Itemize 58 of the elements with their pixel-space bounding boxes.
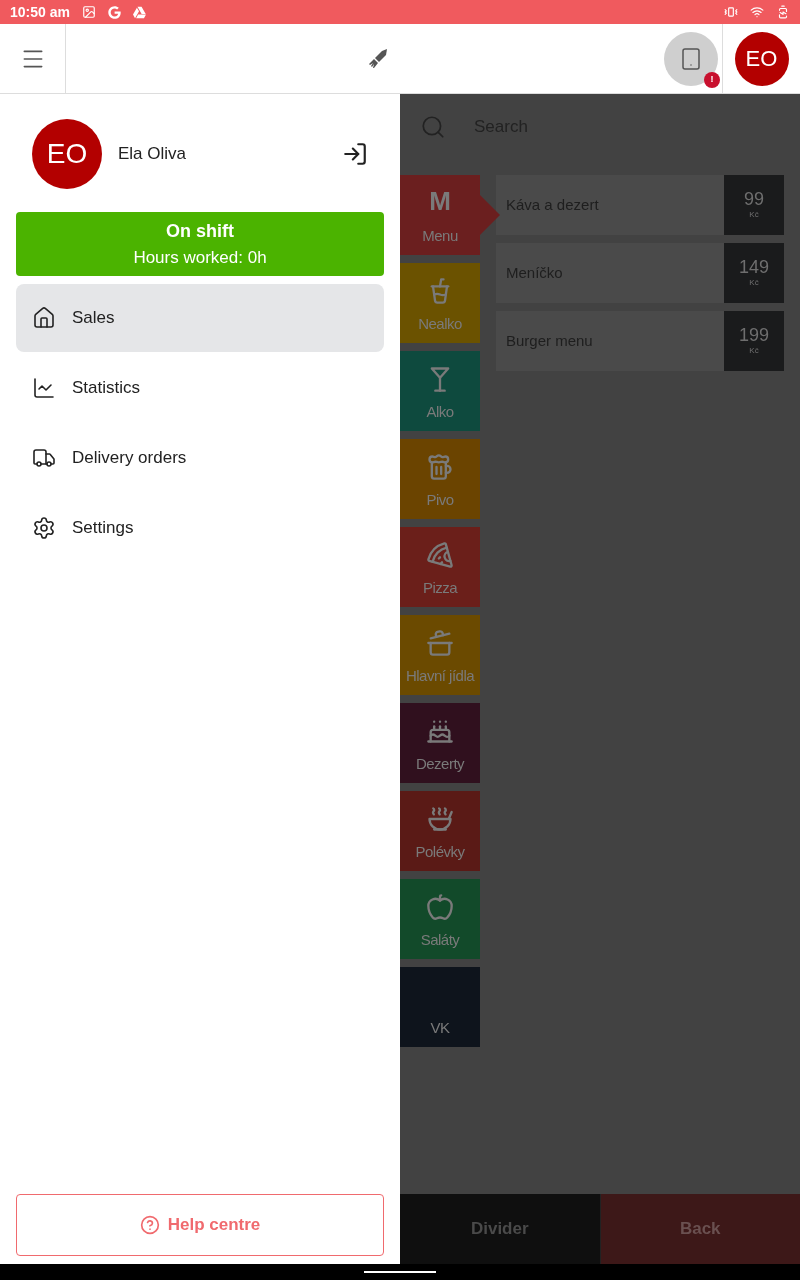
pizza-slice-icon xyxy=(426,540,454,569)
wifi-icon xyxy=(750,5,764,19)
category-label: Nealko xyxy=(418,313,462,334)
image-icon xyxy=(81,5,96,19)
category-tile[interactable]: Nealko xyxy=(400,263,480,343)
settings-icon xyxy=(32,516,56,540)
category-tile[interactable]: Alko xyxy=(400,351,480,431)
pot-icon xyxy=(426,628,454,657)
logout-icon[interactable] xyxy=(342,141,368,167)
category-label: Alko xyxy=(426,401,454,422)
currency: Kč xyxy=(749,345,759,357)
divider-button[interactable]: Divider xyxy=(400,1194,600,1264)
tablet-icon xyxy=(679,46,703,71)
help-centre-button[interactable]: Help centre xyxy=(16,1194,384,1256)
back-button[interactable]: Back xyxy=(599,1194,800,1264)
price: 99 xyxy=(744,189,764,209)
shift-status[interactable]: On shift Hours worked: 0h xyxy=(16,212,384,276)
category-label: Dezerty xyxy=(415,753,465,774)
currency: Kč xyxy=(749,209,759,221)
category-tile[interactable]: Hlavní jídla xyxy=(400,615,480,695)
category-tile[interactable]: Dezerty xyxy=(400,703,480,783)
price: 199 xyxy=(738,325,769,345)
beer-mug-icon xyxy=(426,452,454,481)
currency: Kč xyxy=(749,277,759,289)
apple-icon xyxy=(426,892,454,921)
category-letter: M xyxy=(429,184,451,218)
battery-icon xyxy=(776,5,790,19)
user-name: Ela Oliva xyxy=(118,143,188,166)
truck-icon xyxy=(32,446,56,470)
vibrate-icon xyxy=(724,5,738,19)
home-icon xyxy=(32,306,56,330)
drawer-item[interactable]: Sales xyxy=(16,284,384,352)
line-chart-icon xyxy=(32,376,56,400)
hours-worked: Hours worked: 0h xyxy=(133,246,267,269)
search-icon xyxy=(420,114,446,140)
clock: 10:50 am xyxy=(10,2,70,22)
category-label: Hlavní jídla xyxy=(405,665,475,686)
category-label: VK xyxy=(430,1017,450,1038)
category-label: Menu xyxy=(422,225,458,246)
category-label: Polévky xyxy=(415,841,465,862)
user-avatar[interactable]: EO xyxy=(734,31,789,86)
category-label: Pizza xyxy=(422,577,458,598)
help-icon xyxy=(139,1215,160,1235)
google-icon xyxy=(107,5,121,19)
soup-bowl-icon xyxy=(426,804,454,833)
category-tile[interactable]: Saláty xyxy=(400,879,480,959)
price: 149 xyxy=(738,257,769,277)
category-label: Pivo xyxy=(426,489,454,510)
alert-badge: ! xyxy=(704,71,720,88)
tablet-button[interactable]: ! xyxy=(664,31,718,86)
user-avatar: EO xyxy=(32,119,102,189)
category-tile[interactable]: Polévky xyxy=(400,791,480,871)
category-tile[interactable]: VK xyxy=(400,967,480,1047)
category-tile[interactable]: Pivo xyxy=(400,439,480,519)
category-label: Saláty xyxy=(420,929,460,950)
category-tile[interactable]: Pizza xyxy=(400,527,480,607)
shift-title: On shift xyxy=(166,219,234,243)
drive-icon xyxy=(132,5,146,19)
